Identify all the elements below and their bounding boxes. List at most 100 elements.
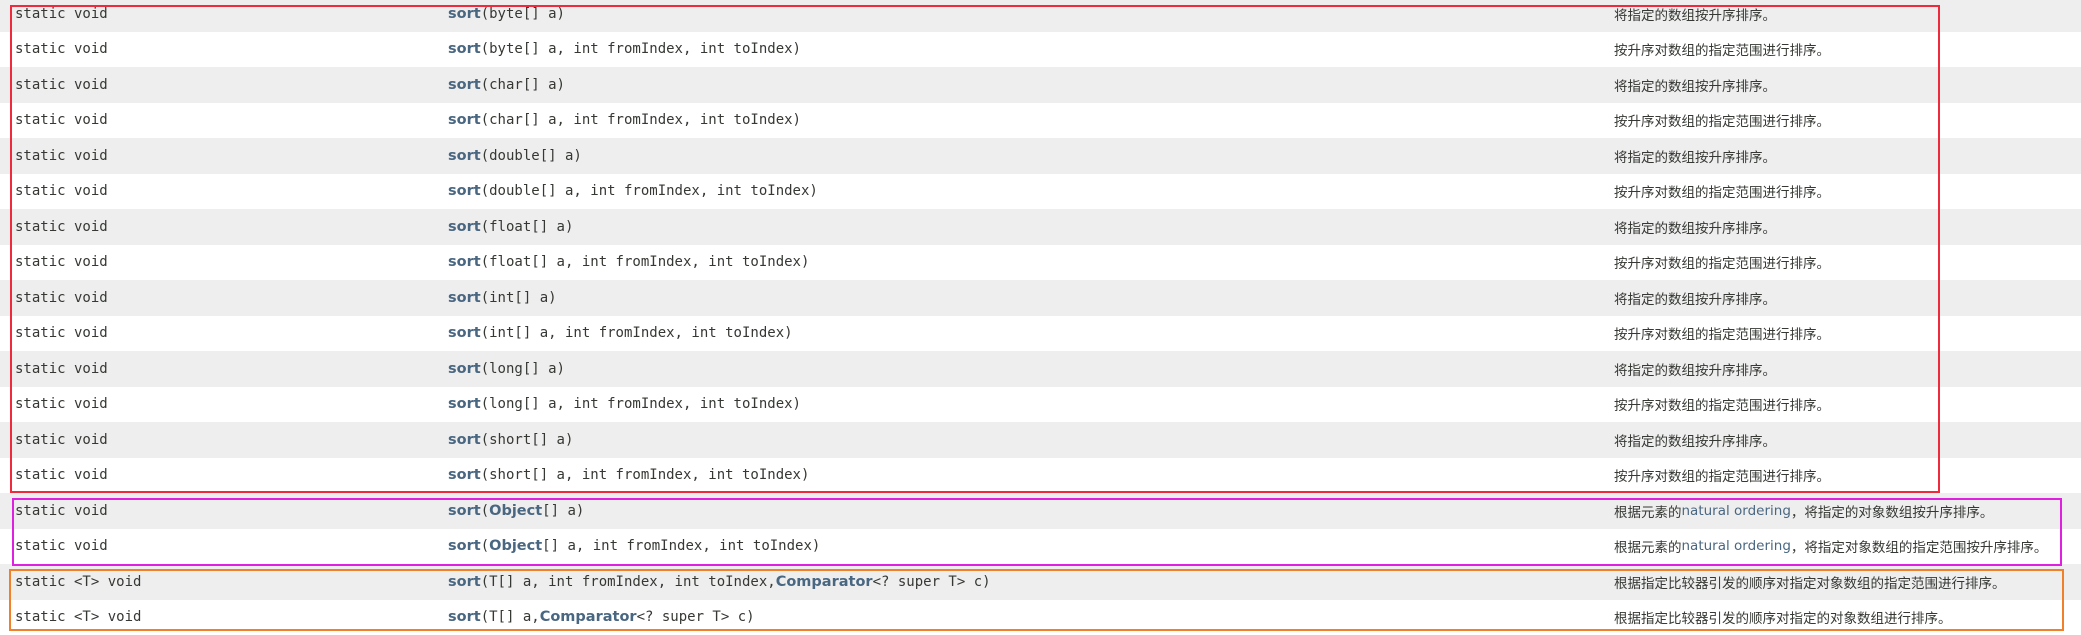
method-signature-cell: sort(short[] a, int fromIndex, int toInd…	[448, 458, 809, 494]
method-name-link[interactable]: sort	[448, 219, 481, 235]
description-cell: 根据指定比较器引发的顺序对指定的对象数组进行排序。	[1614, 600, 1952, 635]
method-params: (float[] a, int fromIndex, int toIndex)	[481, 254, 810, 270]
modifier-cell: static void	[15, 493, 108, 529]
description-cell: 按升序对数组的指定范围进行排序。	[1614, 458, 1830, 494]
method-name-link[interactable]: sort	[448, 290, 481, 306]
modifier-text: static void	[15, 254, 108, 270]
method-signature-cell: sort(char[] a, int fromIndex, int toInde…	[448, 103, 801, 139]
method-params: (T[] a,	[481, 609, 540, 625]
method-name-link[interactable]: sort	[448, 538, 481, 554]
type-link[interactable]: Comparator	[540, 609, 637, 625]
method-params: <? super T> c)	[873, 574, 991, 590]
method-signature-cell: sort(double[] a, int fromIndex, int toIn…	[448, 174, 818, 210]
method-signature-cell: sort(char[] a)	[448, 67, 565, 103]
table-row: static voidsort(char[] a)将指定的数组按升序排序。	[0, 67, 2081, 103]
table-row: static voidsort(byte[] a)将指定的数组按升序排序。	[0, 0, 2081, 32]
modifier-cell: static void	[15, 0, 108, 32]
description-text: ，将指定对象数组的指定范围按升序排序。	[1791, 536, 2048, 556]
modifier-cell: static void	[15, 138, 108, 174]
method-params: (	[481, 538, 489, 554]
method-params: (double[] a)	[481, 148, 582, 164]
method-name-link[interactable]: sort	[448, 41, 481, 57]
modifier-text: static void	[15, 41, 108, 57]
modifier-text: static <T> void	[15, 609, 141, 625]
method-name-link[interactable]: sort	[448, 112, 481, 128]
method-name-link[interactable]: sort	[448, 183, 481, 199]
description-cell: 按升序对数组的指定范围进行排序。	[1614, 174, 1830, 210]
description-text: 根据指定比较器引发的顺序对指定的对象数组进行排序。	[1614, 607, 1952, 627]
description-cell: 根据元素的natural ordering ，将指定对象数组的指定范围按升序排序…	[1614, 529, 2047, 565]
modifier-cell: static void	[15, 32, 108, 68]
modifier-text: static void	[15, 6, 108, 22]
modifier-cell: static <T> void	[15, 564, 141, 600]
modifier-cell: static void	[15, 351, 108, 387]
table-row: static voidsort(double[] a)将指定的数组按升序排序。	[0, 138, 2081, 174]
method-signature-cell: sort(int[] a)	[448, 280, 557, 316]
table-row: static void sort(double[] a, int fromInde…	[0, 174, 2081, 210]
method-params: (double[] a, int fromIndex, int toIndex)	[481, 183, 818, 199]
description-text: 按升序对数组的指定范围进行排序。	[1614, 252, 1830, 272]
method-signature-cell: sort(byte[] a, int fromIndex, int toInde…	[448, 32, 801, 68]
method-params: (byte[] a)	[481, 6, 565, 22]
modifier-text: static void	[15, 396, 108, 412]
type-link[interactable]: Object	[489, 538, 542, 554]
description-text: 根据元素的	[1614, 501, 1682, 521]
description-cell: 将指定的数组按升序排序。	[1614, 280, 1776, 316]
modifier-text: static void	[15, 503, 108, 519]
method-params: (long[] a, int fromIndex, int toIndex)	[481, 396, 801, 412]
method-name-link[interactable]: sort	[448, 467, 481, 483]
method-name-link[interactable]: sort	[448, 6, 481, 22]
description-cell: 将指定的数组按升序排序。	[1614, 67, 1776, 103]
method-signature-cell: sort(int[] a, int fromIndex, int toIndex…	[448, 316, 793, 352]
description-cell: 按升序对数组的指定范围进行排序。	[1614, 32, 1830, 68]
method-name-link[interactable]: sort	[448, 574, 481, 590]
modifier-cell: static void	[15, 387, 108, 423]
method-name-link[interactable]: sort	[448, 396, 481, 412]
method-name-link[interactable]: sort	[448, 148, 481, 164]
description-text: 将指定的数组按升序排序。	[1614, 75, 1776, 95]
method-params: (short[] a, int fromIndex, int toIndex)	[481, 467, 810, 483]
modifier-text: static void	[15, 112, 108, 128]
modifier-cell: static void	[15, 103, 108, 139]
description-text: ，将指定的对象数组按升序排序。	[1791, 501, 1994, 521]
table-row: static void sort(int[] a) 将指定的数组按升序排序。	[0, 280, 2081, 316]
modifier-text: static <T> void	[15, 574, 141, 590]
modifier-text: static void	[15, 183, 108, 199]
method-params: [] a, int fromIndex, int toIndex)	[542, 538, 820, 554]
method-signature-cell: sort(long[] a, int fromIndex, int toInde…	[448, 387, 801, 423]
modifier-text: static void	[15, 290, 108, 306]
method-name-link[interactable]: sort	[448, 609, 481, 625]
modifier-cell: static void	[15, 316, 108, 352]
description-text: 按升序对数组的指定范围进行排序。	[1614, 110, 1830, 130]
natural-ordering-link[interactable]: natural ordering	[1682, 503, 1791, 519]
method-name-link[interactable]: sort	[448, 361, 481, 377]
method-signature-cell: sort(double[] a)	[448, 138, 582, 174]
description-cell: 将指定的数组按升序排序。	[1614, 209, 1776, 245]
method-name-link[interactable]: sort	[448, 254, 481, 270]
modifier-cell: static void	[15, 458, 108, 494]
method-params: (float[] a)	[481, 219, 574, 235]
natural-ordering-link[interactable]: natural ordering	[1682, 538, 1791, 554]
method-params: [] a)	[542, 503, 584, 519]
method-name-link[interactable]: sort	[448, 77, 481, 93]
method-signature-cell: sort(byte[] a)	[448, 0, 565, 32]
type-link[interactable]: Object	[489, 503, 542, 519]
method-params: (byte[] a, int fromIndex, int toIndex)	[481, 41, 801, 57]
type-link[interactable]: Comparator	[776, 574, 873, 590]
modifier-text: static void	[15, 325, 108, 341]
method-params: (	[481, 503, 489, 519]
method-name-link[interactable]: sort	[448, 503, 481, 519]
description-text: 将指定的数组按升序排序。	[1614, 359, 1776, 379]
table-row: static voidsort(Object[] a, int fromInde…	[0, 529, 2081, 565]
description-cell: 根据指定比较器引发的顺序对指定对象数组的指定范围进行排序。	[1614, 564, 2006, 600]
description-cell: 将指定的数组按升序排序。	[1614, 351, 1776, 387]
description-text: 按升序对数组的指定范围进行排序。	[1614, 465, 1830, 485]
method-name-link[interactable]: sort	[448, 432, 481, 448]
table-row: static void sort(long[] a, int fromIndex,…	[0, 387, 2081, 423]
table-row: static void sort(int[] a, int fromIndex, …	[0, 316, 2081, 352]
table-row: static void sort(long[] a) 将指定的数组按升序排序。	[0, 351, 2081, 387]
method-name-link[interactable]: sort	[448, 325, 481, 341]
method-params: (long[] a)	[481, 361, 565, 377]
table-row: static void sort(char[] a, int fromIndex,…	[0, 103, 2081, 139]
description-text: 按升序对数组的指定范围进行排序。	[1614, 181, 1830, 201]
